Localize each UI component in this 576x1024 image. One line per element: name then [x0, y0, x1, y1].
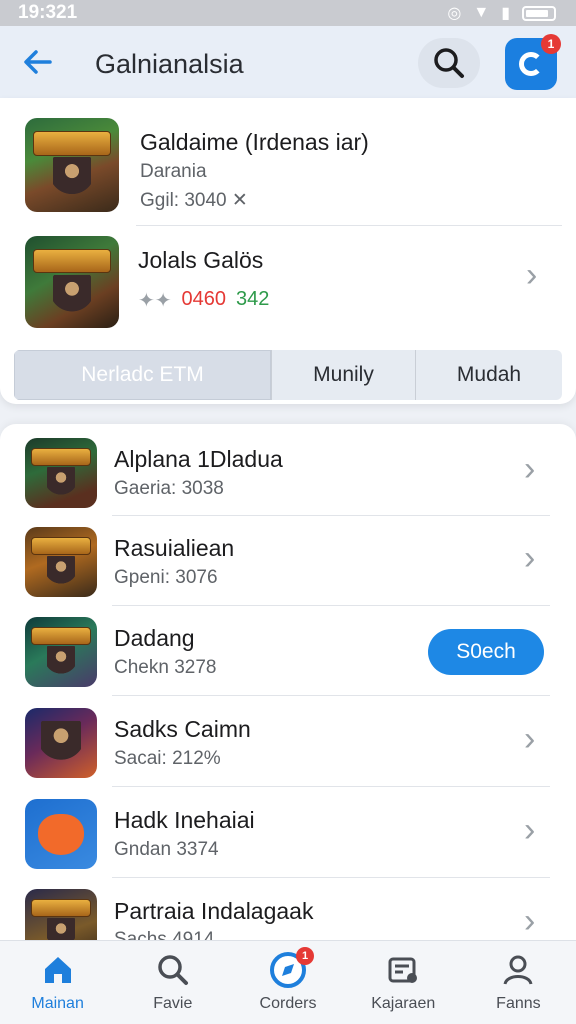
- game-thumbnail[interactable]: [25, 527, 97, 597]
- notification-badge: 1: [541, 34, 561, 54]
- divider: [112, 877, 550, 878]
- list-item-subtitle: Gpeni: 3076: [114, 567, 218, 588]
- game-list: Alplana 1Dladua Gaeria: 3038 › Rasuialie…: [0, 424, 576, 944]
- page-title: Galnianalsia: [95, 49, 244, 79]
- bottom-navigation: Mainan Favie 1 Corders Kajaraen Fanns: [0, 940, 576, 1024]
- divider: [112, 605, 550, 606]
- search-icon: [153, 951, 193, 989]
- wifi-icon: ▼: [473, 4, 490, 21]
- compass-icon: 1: [268, 947, 314, 989]
- refresh-icon: [519, 52, 543, 76]
- search-button[interactable]: [418, 38, 480, 88]
- featured-title: Galdaime (Irdenas iar): [140, 129, 369, 155]
- signal-icon: ▮: [501, 5, 510, 22]
- status-icons: ◎ ▼ ▮: [447, 3, 556, 23]
- game-thumbnail[interactable]: [25, 438, 97, 508]
- game-thumbnail[interactable]: [25, 236, 119, 328]
- list-item-title: Alplana 1Dladua: [114, 446, 283, 472]
- featured-card: Galdaime (Irdenas iar) Darania Ggil: 304…: [0, 98, 576, 404]
- status-time: 19:321: [18, 2, 78, 23]
- nav-item-corders[interactable]: 1 Corders: [230, 941, 345, 1024]
- divider: [112, 786, 550, 787]
- status-bar: 19:321 ◎ ▼ ▮: [0, 0, 576, 26]
- list-item-subtitle: Gndan 3374: [114, 839, 219, 860]
- back-button[interactable]: [20, 44, 60, 80]
- profile-icon: [498, 951, 538, 989]
- game-thumbnail[interactable]: [25, 118, 119, 212]
- alarm-icon: ◎: [447, 5, 462, 22]
- nav-item-favie[interactable]: Favie: [115, 941, 230, 1024]
- featured-title: Jolals Galös: [138, 247, 264, 273]
- segmented-tabs: Nerladc ETM Munily Mudah: [14, 350, 562, 400]
- battery-icon: [522, 5, 556, 21]
- list-item-title: Sadks Caimn: [114, 716, 251, 742]
- search-action-button[interactable]: S0ech: [428, 629, 544, 675]
- nav-item-mainan[interactable]: Mainan: [0, 941, 115, 1024]
- price-red: 0460: [181, 288, 227, 310]
- notification-badge: 1: [296, 947, 314, 965]
- app-header: Galnianalsia 1: [0, 26, 576, 98]
- back-arrow-icon: [24, 50, 52, 74]
- rating-stars: ✦✦: [138, 290, 172, 312]
- game-thumbnail[interactable]: [25, 708, 97, 778]
- list-item-title: Partraia Indalagaak: [114, 898, 314, 924]
- featured-subtitle: Darania: [140, 161, 207, 182]
- tab-mudah[interactable]: Mudah: [416, 350, 562, 400]
- divider: [112, 695, 550, 696]
- divider: [112, 515, 550, 516]
- divider: [136, 225, 562, 226]
- chevron-right-icon[interactable]: ›: [526, 258, 537, 292]
- list-item-subtitle: Chekn 3278: [114, 657, 217, 678]
- list-item-subtitle: Sacai: 212%: [114, 748, 221, 769]
- search-icon: [434, 48, 464, 78]
- chevron-right-icon[interactable]: ›: [524, 722, 535, 756]
- nav-item-kajaraen[interactable]: Kajaraen: [346, 941, 461, 1024]
- home-icon: [38, 951, 78, 989]
- list-item-subtitle: Gaeria: 3038: [114, 478, 224, 499]
- price-row: ✦✦ 0460 342: [138, 288, 269, 313]
- app-shortcut-button[interactable]: 1: [505, 34, 561, 90]
- list-item-title: Hadk Inehaiai: [114, 807, 255, 833]
- chevron-right-icon[interactable]: ›: [524, 813, 535, 847]
- game-thumbnail[interactable]: [25, 617, 97, 687]
- chevron-right-icon[interactable]: ›: [524, 541, 535, 575]
- price-green: 342: [236, 288, 270, 310]
- game-thumbnail[interactable]: [25, 889, 97, 944]
- tab-munily[interactable]: Munily: [272, 350, 416, 400]
- tab-nerladc-etm[interactable]: Nerladc ETM: [14, 350, 272, 400]
- chevron-right-icon[interactable]: ›: [524, 904, 535, 938]
- featured-meta: Ggil: 3040 ✕: [140, 190, 248, 211]
- list-item-title: Rasuialiean: [114, 535, 235, 561]
- inbox-icon: [383, 951, 423, 989]
- list-item-title: Dadang: [114, 625, 195, 651]
- nav-item-fanns[interactable]: Fanns: [461, 941, 576, 1024]
- game-thumbnail[interactable]: [25, 799, 97, 869]
- chevron-right-icon[interactable]: ›: [524, 452, 535, 486]
